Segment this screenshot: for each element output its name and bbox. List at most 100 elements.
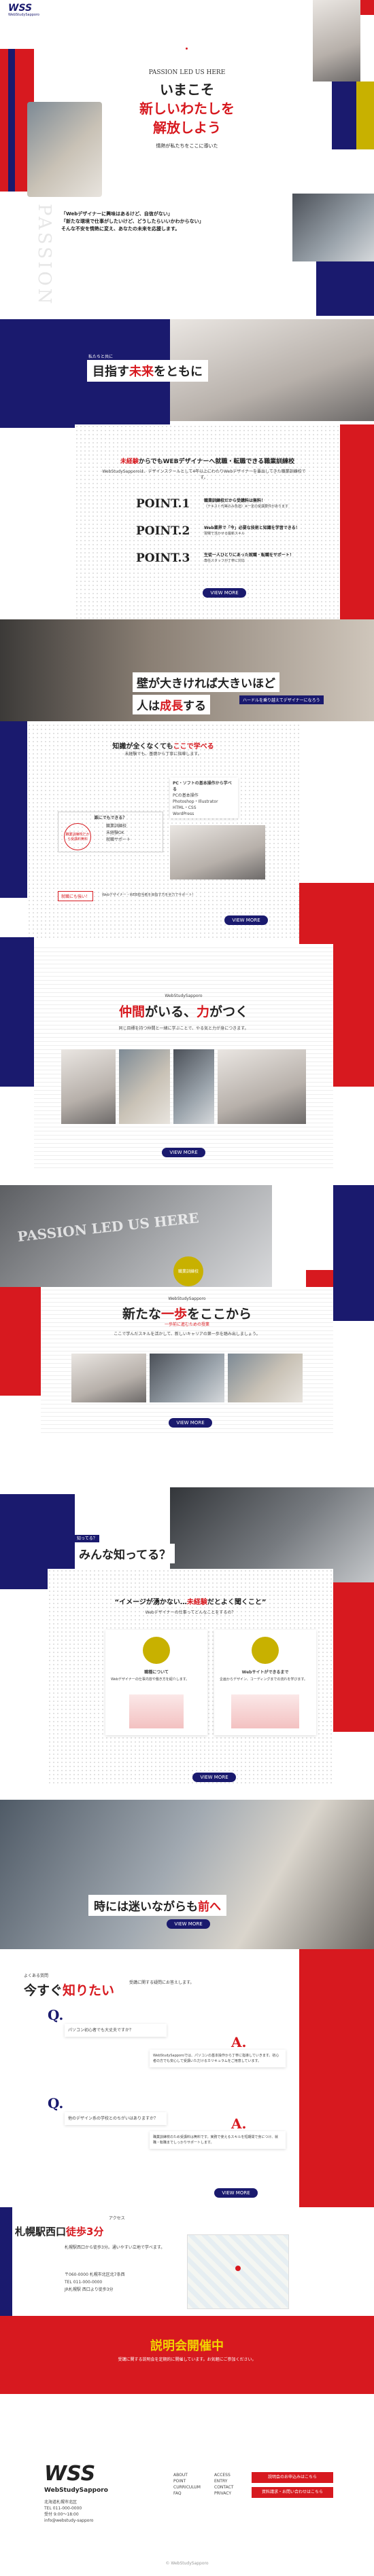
access-address: 〒060-0000 札幌市北区北7条西 bbox=[65, 2272, 125, 2277]
footer-link-faq[interactable]: FAQ bbox=[173, 2490, 201, 2497]
ippo-sub: 一歩前に進むための授業 bbox=[164, 1322, 209, 1327]
access-title-b: 徒歩3分 bbox=[66, 2226, 104, 2238]
hamburger-icon[interactable] bbox=[359, 0, 374, 15]
footer-info-1: 北海道札幌市北区 bbox=[44, 2500, 78, 2505]
mirai-title-a: 目指す bbox=[92, 365, 129, 379]
footer-link-access[interactable]: ACCESS bbox=[214, 2472, 233, 2478]
ippo-title-b: 一歩 bbox=[160, 1307, 187, 1322]
access-title-a: 札幌駅西口 bbox=[15, 2226, 67, 2238]
ippo-view-more-button[interactable]: VIEW MORE bbox=[169, 1418, 212, 1428]
nakama-title-b: がいる、 bbox=[144, 1004, 197, 1019]
knowledge-box-item-1: PCの基本操作 bbox=[173, 793, 199, 798]
minna-quote-c: だとよく聞くこと” bbox=[207, 1599, 267, 1606]
access-label: アクセス bbox=[109, 2216, 125, 2221]
footer-link-point[interactable]: POINT bbox=[173, 2478, 201, 2484]
minna-right-text: 企画からデザイン、コーディングまでの流れを学びます。 bbox=[220, 1677, 307, 1682]
ippo-label: WebStudySapporo bbox=[168, 1296, 206, 1301]
hero-person-photo-top bbox=[313, 0, 360, 81]
nakama-title-a: 仲間 bbox=[118, 1004, 145, 1019]
monitor-icon bbox=[143, 1637, 170, 1664]
faq-a1-mark: A. bbox=[231, 2034, 247, 2050]
footer-link-curriculum[interactable]: CURRICULUM bbox=[173, 2484, 201, 2490]
intro-line-2: 「新たな環境で仕事がしたいけど、どうしたらいいかわからない」 bbox=[61, 219, 204, 224]
footer-copyright: © WebStudySapporo bbox=[165, 2561, 209, 2566]
points-red-right bbox=[340, 424, 374, 621]
point-2: POINT.2 Web業界で「今」必要な技術と知識を学習できる！ 現場で活かせる… bbox=[136, 524, 326, 538]
footer-info: 北海道札幌市北区 TEL 011-000-0000 受付 9:00〜18:00 … bbox=[44, 2499, 146, 2524]
wall-title: 壁が大きければ大きいほど 人は成長する bbox=[133, 672, 309, 714]
minna-left-illust bbox=[129, 1694, 184, 1728]
knowledge-view-more-button[interactable]: VIEW MORE bbox=[224, 915, 268, 925]
minna-card-right[interactable]: Webサイトができるまで 企画からデザイン、コーディングまでの流れを学びます。 bbox=[214, 1630, 316, 1735]
map-pin-icon bbox=[235, 2266, 241, 2271]
toki-view-more-button[interactable]: VIEW MORE bbox=[167, 1919, 210, 1929]
minna-quote: “イメージが湧かない…未経験だとよく聞くこと” bbox=[48, 1596, 333, 1606]
ippo-photo-2 bbox=[150, 1354, 224, 1402]
minna-title: みんな知ってる？ bbox=[75, 1544, 175, 1563]
hero-line-1: いまこそ bbox=[160, 81, 214, 98]
footer-link-entry[interactable]: ENTRY bbox=[214, 2478, 233, 2484]
knowledge-footnote: Webデザイナー・WEB担当者を目指す方を全力でサポート！ bbox=[102, 893, 196, 897]
hero-yellow-bar bbox=[356, 81, 374, 149]
footer-link-contact[interactable]: CONTACT bbox=[214, 2484, 233, 2490]
access-map[interactable] bbox=[187, 2234, 289, 2309]
faq-title-a: 今すぐ bbox=[24, 1983, 63, 1998]
minna-quote-b: 未経験 bbox=[186, 1599, 207, 1606]
hero-title: いまこそ 新しいわたしを 解放しよう bbox=[102, 80, 272, 137]
minna-card-left[interactable]: 職種について Webデザイナーの仕事内容や働き方を紹介します。 bbox=[105, 1630, 207, 1735]
footer-cta-seminar[interactable]: 説明会のお申込みはこちら bbox=[252, 2472, 333, 2483]
points-view-more-button[interactable]: VIEW MORE bbox=[203, 588, 246, 598]
ippo-title-a: 新たな bbox=[122, 1307, 161, 1322]
points-desc: WebStudySapporoは、デザインスクールとして4年以上にわたりWebデ… bbox=[102, 469, 306, 480]
intro-text: 「Webデザイナーに興味はあるけど、自信がない」 「新たな環境で仕事がしたいけど… bbox=[61, 211, 286, 233]
minna-view-more-button[interactable]: VIEW MORE bbox=[192, 1773, 236, 1782]
access-bus: JR札幌駅 西口より徒歩3分 bbox=[65, 2287, 114, 2292]
point-1-sub: （テキスト代等のみ負担）※一定の受講要件があります bbox=[204, 505, 289, 509]
knowledge-box-item-4: WordPress bbox=[173, 812, 194, 816]
faq-view-more-button[interactable]: VIEW MORE bbox=[214, 2188, 258, 2198]
cursor-icon bbox=[252, 1637, 279, 1664]
minna-quote-a: “イメージが湧かない… bbox=[114, 1599, 187, 1606]
footer-link-privacy[interactable]: PRIVACY bbox=[214, 2490, 233, 2497]
faq-a1: WebStudySapporoでは、パソコンの基本操作から丁寧に指導していきます… bbox=[150, 2050, 286, 2067]
setsumei-banner[interactable] bbox=[0, 2316, 374, 2394]
knowledge-q-item-2: 未経験OK bbox=[106, 831, 124, 835]
minna-right-title: Webサイトができるまで bbox=[241, 1670, 289, 1675]
access-title: 札幌駅西口徒歩3分 bbox=[15, 2224, 103, 2238]
nakama-photo-4 bbox=[218, 1049, 306, 1124]
minna-label: 知ってる？ bbox=[75, 1535, 99, 1542]
faq-title: 今すぐ知りたい bbox=[24, 1980, 114, 1999]
point-1-label: POINT.1 bbox=[136, 497, 190, 511]
faq-q1[interactable]: パソコン初心者でも大丈夫ですか？ bbox=[65, 2024, 167, 2037]
footer-info-4: info@webstudy-sapporo bbox=[44, 2518, 94, 2523]
nakama-title-d: がつく bbox=[209, 1004, 249, 1019]
knowledge-title: 知識が全くなくてもここで学べる bbox=[31, 740, 296, 750]
point-2-sub: 現場で活かせる最新スキル bbox=[204, 532, 245, 536]
footer-nav-2: ACCESS ENTRY CONTACT PRIVACY bbox=[214, 2472, 233, 2497]
point-3-label: POINT.3 bbox=[136, 551, 190, 565]
setsumei-desc: 受講に関する説明会を定期的に開催しています。お気軽にご参加ください。 bbox=[118, 2357, 256, 2362]
nakama-navy-left bbox=[0, 937, 34, 1087]
footer-cta-contact[interactable]: 資料請求・お問い合わせはこちら bbox=[252, 2487, 333, 2498]
footer-logo[interactable]: WSS bbox=[44, 2462, 95, 2486]
faq-a2: 職業訓練校のため受講料は無料です。実務で使えるスキルを短期間で身につけ、就職・転… bbox=[150, 2131, 286, 2149]
point-3-sub: 専任スタッフが丁寧に対応 bbox=[204, 559, 245, 563]
nakama-label: WebStudySapporo bbox=[165, 994, 203, 998]
nakama-photo-2 bbox=[119, 1049, 170, 1124]
access-tel: TEL 011-000-0000 bbox=[65, 2280, 103, 2285]
footer-link-about[interactable]: ABOUT bbox=[173, 2472, 201, 2478]
intro-line-1: 「Webデザイナーに興味はあるけど、自信がない」 bbox=[61, 211, 173, 217]
knowledge-red-right bbox=[299, 883, 374, 944]
footer-brand: WebStudySapporo bbox=[44, 2487, 108, 2494]
ippo-red-left bbox=[0, 1287, 41, 1396]
nakama-view-more-button[interactable]: VIEW MORE bbox=[162, 1148, 205, 1157]
ippo-photo-3 bbox=[228, 1354, 303, 1402]
knowledge-title-b: ここで学べる bbox=[173, 743, 214, 750]
mirai-title-b: 未来 bbox=[129, 365, 154, 379]
intro-vertical-text: PASSION bbox=[34, 204, 54, 307]
hero-line-2: 新しいわたしを bbox=[139, 101, 235, 117]
points-lead-b: からでもWEBデザイナーへ就職・転職できる職業訓練校 bbox=[138, 458, 295, 465]
knowledge-box-title: PC・ソフトの基本操作から学べる bbox=[173, 781, 232, 792]
logo[interactable]: WSS bbox=[8, 3, 32, 14]
faq-q2[interactable]: 他のデザイン系の学校とのちがいはありますか？ bbox=[65, 2112, 167, 2125]
